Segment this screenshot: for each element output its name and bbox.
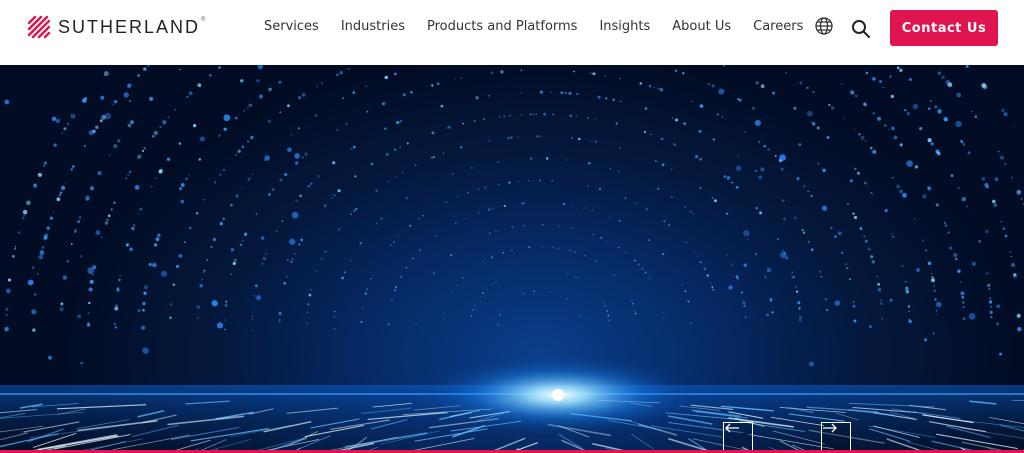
globe-icon[interactable]	[814, 16, 834, 36]
logo-mark-icon	[27, 15, 51, 39]
nav-item-services[interactable]: Services	[264, 19, 319, 34]
nav-item-industries[interactable]: Industries	[341, 19, 405, 34]
nav-item-careers[interactable]: Careers	[753, 19, 803, 34]
nav-item-products-and-platforms[interactable]: Products and Platforms	[427, 19, 577, 34]
arrow-left-icon	[725, 423, 739, 433]
sutherland-logo[interactable]: SUTHERLAND®	[26, 14, 207, 40]
slider-next-button[interactable]	[821, 422, 851, 452]
arrow-right-icon	[823, 423, 837, 433]
nav-item-about-us[interactable]: About Us	[672, 19, 731, 34]
search-icon[interactable]	[851, 19, 871, 39]
slider-prev-button[interactable]	[723, 422, 753, 452]
main-nav: Services Industries Products and Platfor…	[264, 19, 825, 34]
nav-item-insights[interactable]: Insights	[599, 19, 650, 34]
hero-banner	[0, 65, 1024, 453]
site-header: SUTHERLAND® Services Industries Products…	[0, 0, 1024, 65]
contact-us-button[interactable]: Contact Us	[890, 10, 998, 46]
hero-particle-image	[0, 65, 1024, 453]
logo-wordmark: SUTHERLAND®	[58, 16, 208, 37]
